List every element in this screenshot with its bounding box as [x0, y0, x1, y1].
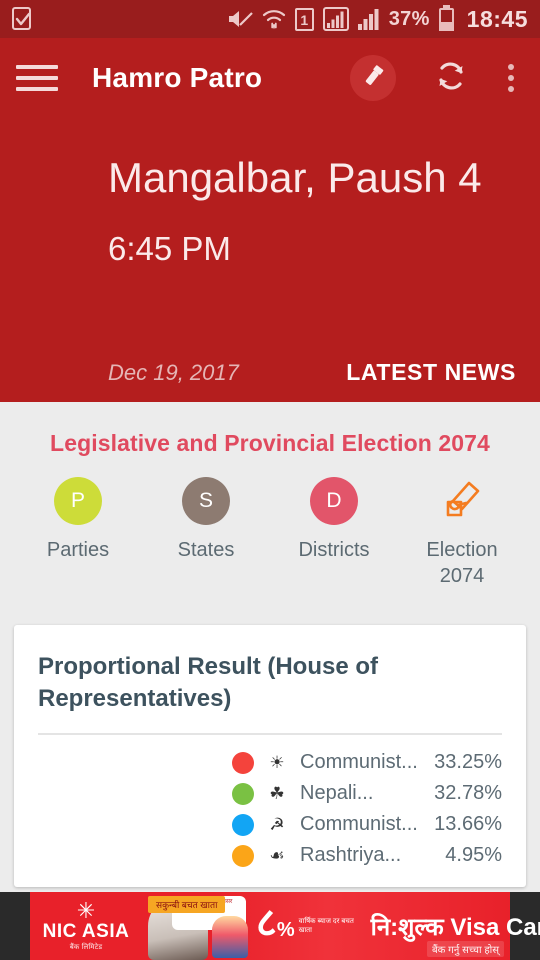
quick-link-districts-label: Districts	[298, 539, 370, 561]
date-hero-panel[interactable]: Mangalbar, Paush 4 6:45 PM Dec 19, 2017 …	[0, 118, 540, 402]
legend-party-percent: 4.95%	[445, 844, 502, 866]
ad-product-pill: सकुन्बी बचत खाता	[148, 896, 226, 913]
content-scroll-area[interactable]: Legislative and Provincial Election 2074…	[0, 402, 540, 914]
tree-symbol-icon: ☘	[269, 783, 285, 803]
states-badge-letter: S	[198, 489, 213, 512]
districts-circle-icon: D	[310, 477, 358, 525]
legend-party-name: Communist...	[300, 813, 418, 835]
legend-swatch	[232, 751, 254, 774]
ad-rate-sign: %	[276, 918, 295, 941]
legend-party-percent: 33.25%	[434, 751, 502, 773]
hamburger-menu-icon[interactable]	[16, 57, 58, 99]
nepali-date-wrap: Mangalbar, Paush 4	[24, 148, 516, 208]
ad-brand-subtitle: बैंक लिमिटेड	[69, 943, 103, 951]
legend-swatch	[232, 844, 254, 867]
election-section-title: Legislative and Provincial Election 2074	[50, 430, 490, 456]
status-bar: 1 37% 18:45	[0, 0, 540, 38]
quick-link-parties[interactable]: P Parties	[14, 477, 142, 589]
sim-label: 1	[300, 11, 309, 28]
sun-symbol-icon: ☀	[269, 752, 285, 772]
quick-link-districts[interactable]: D Districts	[270, 477, 398, 589]
wifi-icon	[262, 8, 286, 30]
refresh-icon	[434, 59, 468, 98]
legend-row[interactable]: ☀ Communist... 33.25%	[232, 747, 502, 778]
legend-row[interactable]: ☭ Communist... 13.66%	[232, 809, 502, 840]
vote-hand-pen-icon	[438, 477, 486, 525]
quick-link-states-label: States	[177, 539, 235, 561]
ad-tagline: बैंक गर्नु सच्चा होस्	[426, 941, 504, 957]
overflow-menu-icon[interactable]	[508, 64, 518, 92]
legend-swatch	[232, 813, 254, 836]
nepali-date-label: Mangalbar, Paush 4	[108, 154, 482, 201]
sim1-icon: 1	[294, 7, 314, 31]
card-title: Proportional Result (House of Representa…	[38, 653, 379, 712]
election-quick-links: P Parties S States D Districts Election …	[0, 457, 540, 589]
legend-party-percent: 13.66%	[434, 813, 502, 835]
refresh-button[interactable]	[434, 59, 468, 98]
hammer-sickle-symbol-icon: ☭	[269, 814, 285, 834]
signal-2-icon	[357, 8, 380, 30]
plough-symbol-icon: ☙	[269, 845, 285, 865]
app-screen: 1 37% 18:45 Hamro Patro Mangalbar, Paush…	[0, 0, 540, 960]
latest-news-link[interactable]: LATEST NEWS	[346, 359, 516, 386]
quick-link-election-2074[interactable]: Election 2074	[398, 477, 526, 589]
ad-child-image	[212, 916, 248, 958]
status-bar-left	[12, 7, 227, 31]
ad-brand-star-icon: ✳	[76, 897, 96, 923]
legend-party-name: Nepali...	[300, 782, 374, 804]
mute-icon	[227, 8, 253, 30]
app-toolbar: Hamro Patro	[0, 38, 540, 118]
legend-row[interactable]: ☘ Nepali... 32.78%	[232, 778, 502, 809]
flashlight-button[interactable]	[350, 55, 396, 101]
ad-headline: नि:शुल्क Visa Card	[370, 913, 540, 941]
parties-badge-letter: P	[70, 489, 85, 512]
legend-party-name: Rashtriya...	[300, 844, 402, 866]
ad-brand-name: NIC ASIA	[42, 920, 130, 942]
quick-link-election-2074-label: Election 2074	[426, 539, 498, 587]
legend-party-name: Communist...	[300, 751, 418, 773]
quick-link-parties-label: Parties	[46, 539, 110, 561]
legend-swatch	[232, 782, 254, 805]
current-time-label: 6:45 PM	[108, 230, 231, 267]
hero-footer: Dec 19, 2017 LATEST NEWS	[108, 359, 516, 386]
districts-badge-letter: D	[326, 489, 342, 512]
ad-fine-print: वार्षिक ब्याज दर बचत खाता	[298, 918, 354, 934]
parties-circle-icon: P	[54, 477, 102, 525]
pie-chart-legend: ☀ Communist... 33.25% ☘ Nepali... 32.78%…	[232, 735, 502, 885]
screenshot-saved-icon	[12, 7, 34, 31]
status-bar-right: 1 37% 18:45	[227, 4, 528, 33]
legend-row[interactable]: ☙ Rashtriya... 4.95%	[232, 840, 502, 871]
proportional-result-card[interactable]: Proportional Result (House of Representa…	[14, 625, 526, 887]
gregorian-date-label: Dec 19, 2017	[108, 360, 239, 385]
ad-interest-rate: ८%	[256, 903, 295, 950]
ad-banner[interactable]: ✳ NIC ASIA बैंक लिमिटेड राम्रो सुकुन्बार…	[0, 892, 540, 960]
pie-chart-canvas	[38, 735, 232, 885]
clock-label: 18:45	[466, 5, 528, 32]
ad-rate-number: ८	[256, 900, 277, 945]
legend-party-percent: 32.78%	[434, 782, 502, 804]
battery-percent-label: 37%	[388, 7, 430, 30]
ad-brand-logo: ✳ NIC ASIA बैंक लिमिटेड	[30, 897, 142, 952]
states-circle-icon: S	[182, 477, 230, 525]
battery-icon	[438, 4, 454, 31]
flashlight-icon	[360, 63, 386, 94]
pie-chart-area: ☀ Communist... 33.25% ☘ Nepali... 32.78%…	[38, 735, 502, 885]
signal-1-icon	[322, 7, 349, 31]
quick-link-states[interactable]: S States	[142, 477, 270, 589]
ad-banner-content[interactable]: ✳ NIC ASIA बैंक लिमिटेड राम्रो सुकुन्बार…	[30, 892, 540, 960]
app-title: Hamro Patro	[92, 62, 263, 93]
